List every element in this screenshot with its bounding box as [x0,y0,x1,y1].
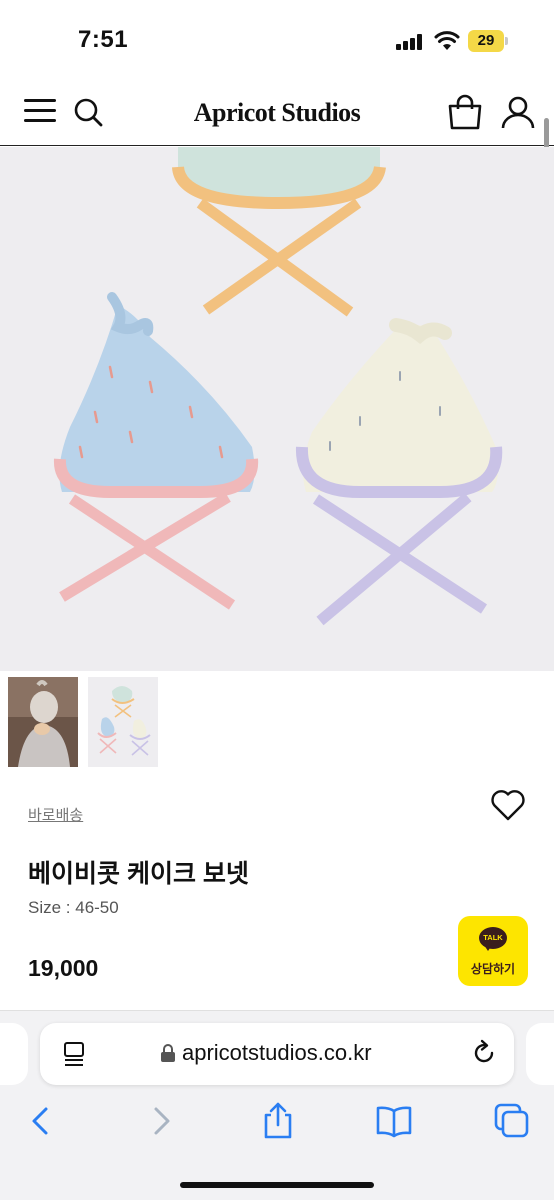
back-icon[interactable] [22,1101,62,1141]
battery-level: 29 [468,30,504,52]
product-price: 19,000 [28,955,99,981]
bookmarks-icon[interactable] [374,1101,414,1141]
shopping-bag-icon[interactable] [446,94,484,130]
heart-icon[interactable] [490,788,526,822]
status-bar: 7:51 29 [0,0,554,80]
forward-icon[interactable] [142,1101,182,1141]
site-header: Apricot Studios [0,80,554,146]
url-text: apricotstudios.co.kr [182,1040,372,1065]
product-size: Size : 46-50 [28,898,119,917]
thumbnail-bonnets[interactable] [88,677,158,767]
page-menu-icon[interactable] [62,1041,88,1067]
battery-icon: 29 [468,30,508,52]
tabs-icon[interactable] [492,1101,532,1141]
browser-bar: apricotstudios.co.kr [0,1011,554,1200]
home-indicator [180,1182,374,1188]
product-photo-main[interactable] [0,147,554,671]
thumbnail-model[interactable] [8,677,78,767]
reload-icon[interactable] [470,1039,498,1067]
share-icon[interactable] [258,1101,298,1141]
address-bar[interactable]: apricotstudios.co.kr [40,1023,514,1085]
shipping-badge[interactable]: 바로배송 [28,804,83,825]
user-icon[interactable] [500,94,536,130]
lock-icon [161,1044,175,1062]
next-tab-card[interactable] [526,1023,554,1085]
kakao-chat-button[interactable]: TALK 상담하기 [458,916,528,986]
product-title: 베이비콧 케이크 보넷 [28,860,249,888]
kakao-chat-label: 상담하기 [470,962,516,976]
signal-icon [396,34,424,50]
previous-tab-card[interactable] [0,1023,28,1085]
status-time: 7:51 [78,26,129,53]
wifi-icon [434,31,460,50]
